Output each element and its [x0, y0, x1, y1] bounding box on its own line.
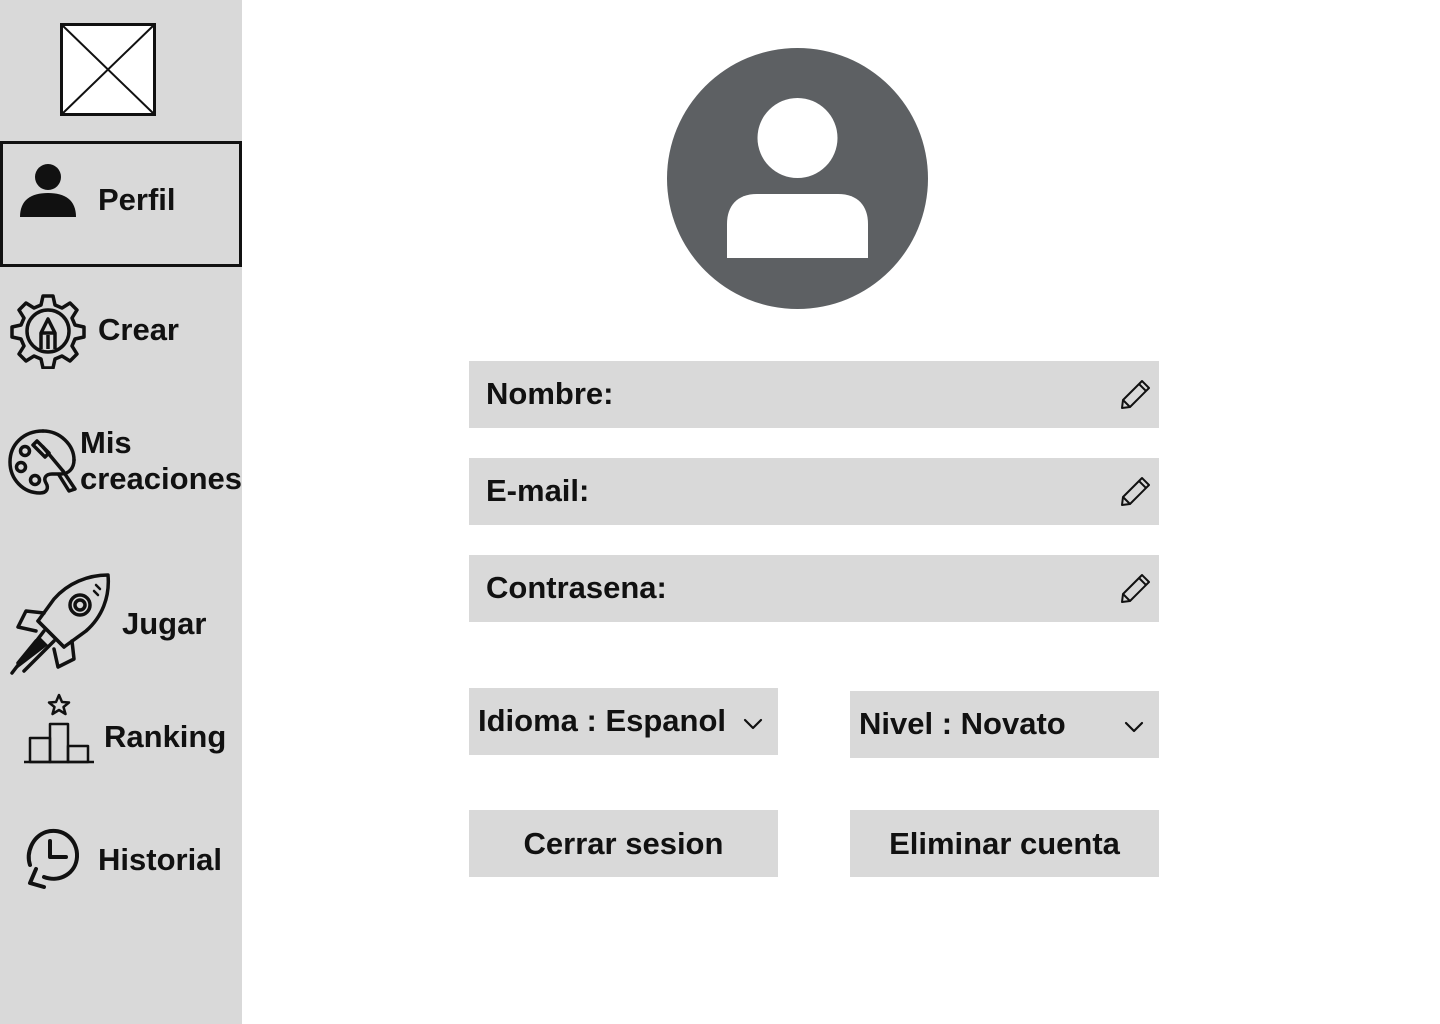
user-avatar-icon[interactable]	[667, 48, 928, 309]
rocket-icon	[10, 573, 111, 675]
palette-brush-icon	[8, 429, 77, 495]
sidebar-item-label: Jugar	[122, 606, 207, 641]
chevron-down-icon	[743, 718, 763, 730]
logo-placeholder-icon	[60, 23, 156, 116]
pencil-icon[interactable]	[1119, 571, 1153, 605]
sidebar-item-label: Historial	[98, 842, 223, 877]
sidebar: Perfil Crear Mis creaciones Jugar Rankin…	[0, 0, 242, 1024]
history-clock-icon	[26, 828, 79, 889]
name-field-label: Nombre:	[486, 376, 614, 411]
sidebar-item-label: Crear	[98, 312, 179, 347]
language-select[interactable]: Idioma : Espanol	[469, 688, 778, 755]
user-icon	[20, 164, 76, 217]
podium-star-icon	[24, 693, 94, 764]
level-select-label: Nivel : Novato	[859, 706, 1066, 741]
pencil-icon[interactable]	[1119, 377, 1153, 411]
sidebar-item-label-line2: creaciones	[80, 461, 242, 496]
sidebar-item-label-line1: Mis	[80, 425, 132, 460]
pencil-icon[interactable]	[1119, 474, 1153, 508]
name-field[interactable]: Nombre:	[469, 361, 1159, 428]
gear-pencil-icon	[10, 294, 86, 369]
sidebar-item-historial[interactable]: Historial	[0, 815, 242, 905]
email-field[interactable]: E-mail:	[469, 458, 1159, 525]
language-select-label: Idioma : Espanol	[478, 703, 727, 738]
password-field-label: Contrasena:	[486, 570, 667, 605]
sidebar-item-mis-creaciones[interactable]: Mis creaciones	[0, 415, 242, 510]
password-field[interactable]: Contrasena:	[469, 555, 1159, 622]
sidebar-item-label: Ranking	[104, 719, 227, 754]
logout-button[interactable]: Cerrar sesion	[469, 810, 778, 877]
email-field-label: E-mail:	[486, 473, 590, 508]
chevron-down-icon	[1124, 721, 1144, 733]
sidebar-item-ranking[interactable]: Ranking	[0, 688, 242, 773]
sidebar-item-label: Perfil	[98, 182, 176, 217]
sidebar-item-jugar[interactable]: Jugar	[0, 565, 242, 680]
sidebar-item-crear[interactable]: Crear	[0, 282, 242, 382]
sidebar-item-perfil[interactable]: Perfil	[0, 141, 242, 267]
delete-account-button[interactable]: Eliminar cuenta	[850, 810, 1159, 877]
level-select[interactable]: Nivel : Novato	[850, 691, 1159, 758]
